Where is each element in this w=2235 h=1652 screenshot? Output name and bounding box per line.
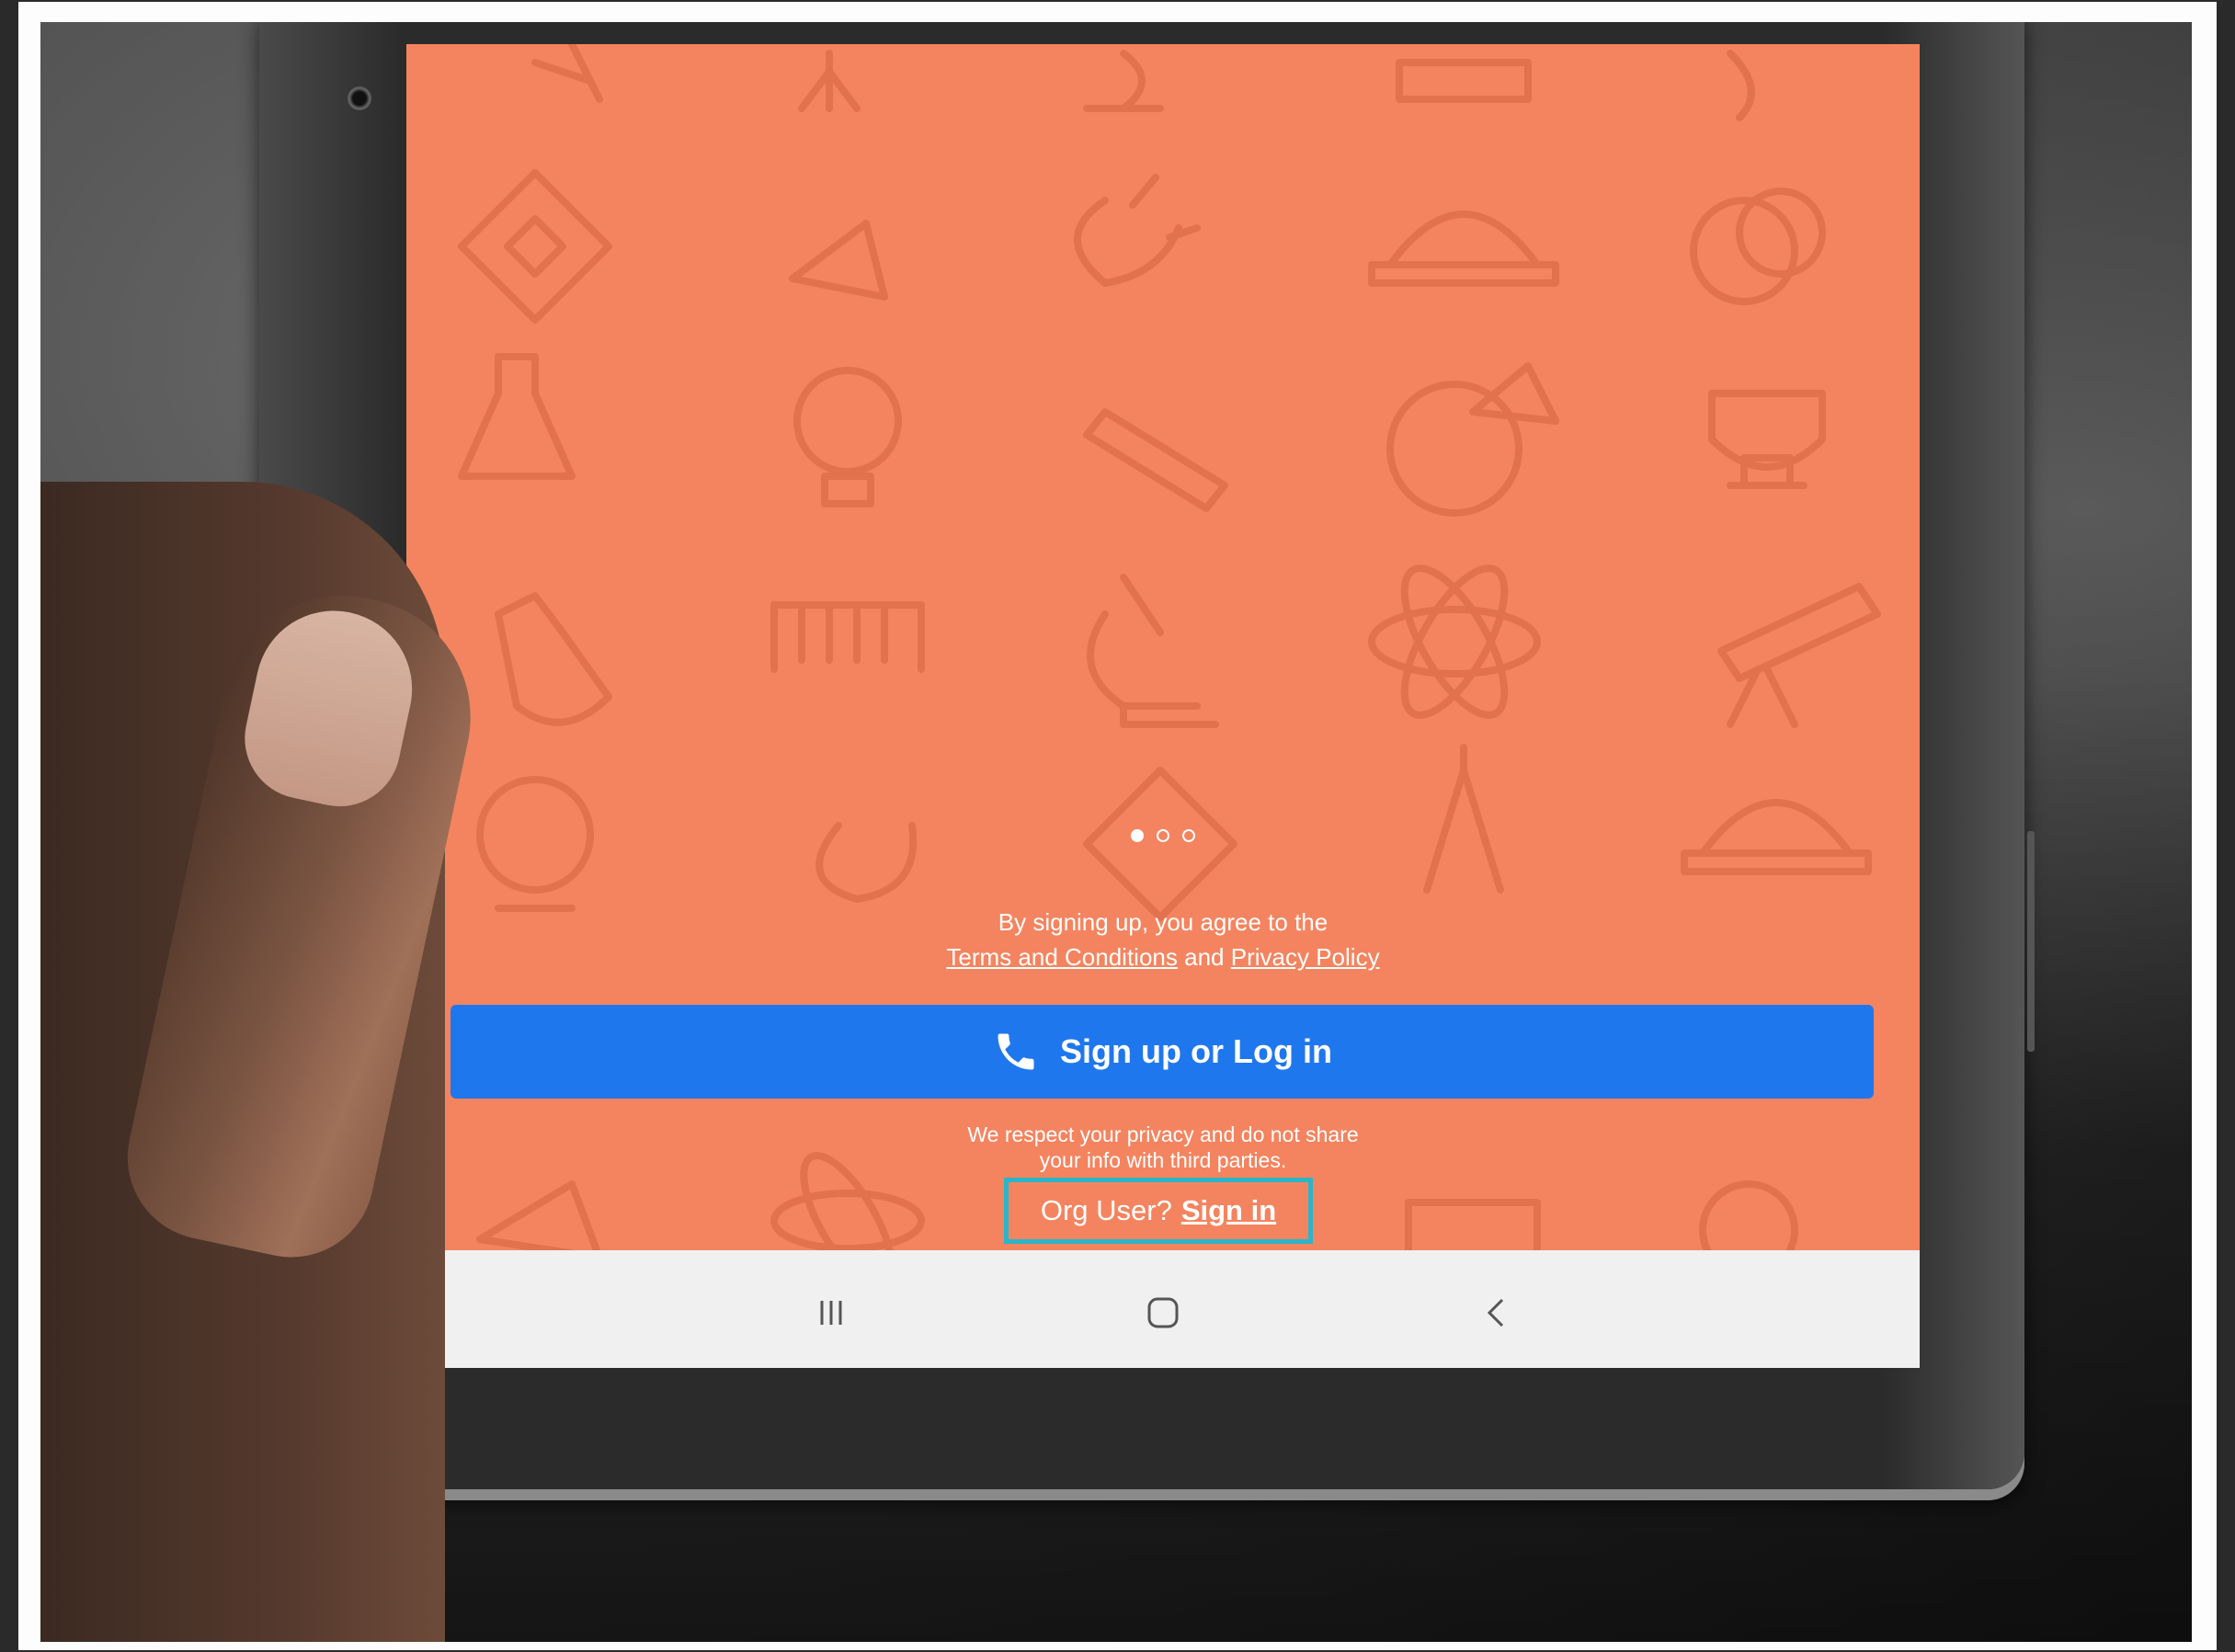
pie-chart-icon — [1386, 381, 1522, 517]
terms-link[interactable]: Terms and Conditions — [946, 943, 1177, 971]
trophy-icon — [1708, 390, 1826, 489]
app-screen: By signing up, you agree to the Terms an… — [406, 44, 1920, 1368]
photo-background: By signing up, you agree to the Terms an… — [40, 22, 2192, 1642]
map-icon — [458, 169, 612, 324]
phone-icon — [998, 1033, 1034, 1070]
carousel-dot-1[interactable] — [1131, 829, 1144, 842]
flask-icon — [495, 592, 612, 726]
terms-and: and — [1184, 943, 1225, 971]
magnet-icon — [1074, 174, 1201, 287]
carousel-dot-3[interactable] — [1182, 829, 1195, 842]
carousel-dot-2[interactable] — [1157, 829, 1169, 842]
terms-line: By signing up, you agree to the — [998, 908, 1328, 936]
carousel-indicator[interactable] — [406, 829, 1920, 842]
home-icon[interactable] — [1135, 1285, 1191, 1340]
map-2-icon — [1083, 767, 1237, 921]
back-icon[interactable] — [1468, 1285, 1523, 1340]
org-sign-in-link[interactable]: Sign in — [1181, 1194, 1276, 1227]
sign-up-login-label: Sign up or Log in — [1060, 1032, 1332, 1070]
android-nav-bar — [406, 1250, 1920, 1368]
org-user-highlight: Org User? Sign in — [1004, 1178, 1313, 1244]
newtons-cradle-icon — [770, 601, 925, 673]
privacy-note-line-1: We respect your privacy and do not share — [967, 1122, 1359, 1146]
org-user-prompt: Org User? — [1040, 1194, 1172, 1226]
privacy-note-line-2: your info with third parties. — [1039, 1148, 1287, 1172]
bulb-icon — [793, 367, 902, 475]
privacy-policy-link[interactable]: Privacy Policy — [1231, 943, 1380, 971]
microscope-icon — [1087, 574, 1219, 728]
protractor-icon — [1368, 211, 1559, 287]
triangle-icon — [789, 220, 888, 301]
front-camera — [348, 86, 371, 110]
sign-up-login-button[interactable]: Sign up or Log in — [450, 1005, 1874, 1099]
beaker-icon — [458, 353, 576, 480]
privacy-note: We respect your privacy and do not share… — [406, 1122, 1920, 1173]
terms-notice: By signing up, you agree to the Terms an… — [406, 905, 1920, 974]
compass-icon — [1423, 744, 1504, 894]
pencil-icon — [1083, 408, 1228, 512]
side-button — [2027, 831, 2035, 1052]
atom-icon — [1368, 606, 1541, 678]
recent-apps-icon[interactable] — [804, 1285, 859, 1340]
telescope-icon — [1717, 583, 1881, 728]
